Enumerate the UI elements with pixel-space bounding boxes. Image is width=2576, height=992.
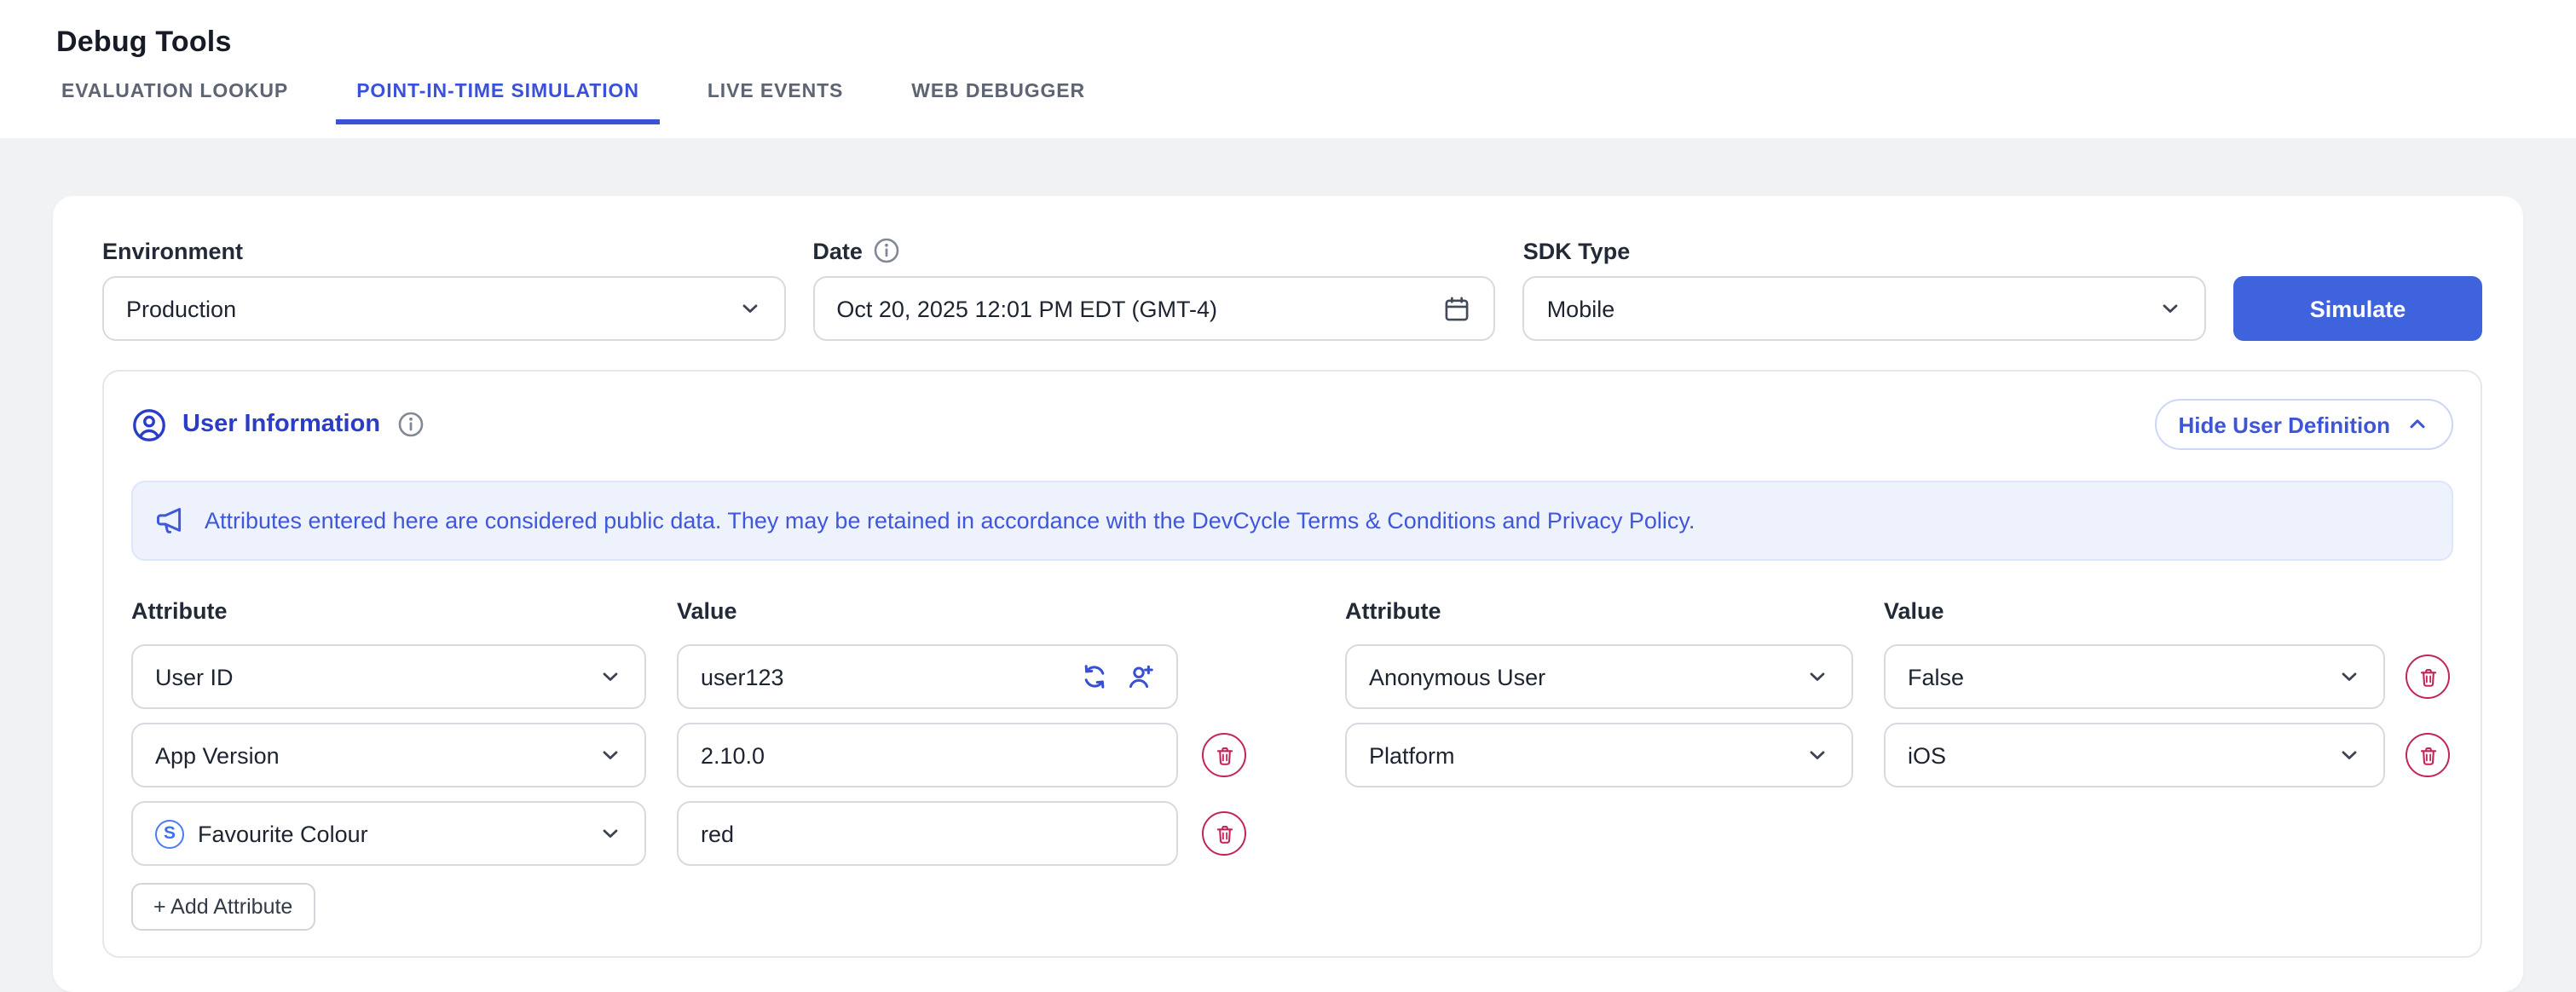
string-type-badge: S xyxy=(155,819,184,848)
delete-attribute-button[interactable] xyxy=(2406,655,2450,699)
chevron-down-icon xyxy=(1805,665,1829,689)
attribute-select-favourite-colour[interactable]: S Favourite Colour xyxy=(131,801,646,866)
attribute-select-anonymous-user[interactable]: Anonymous User xyxy=(1345,644,1853,709)
date-field-group: Date Oct 20, 2025 12:01 PM EDT (GMT-4) xyxy=(812,237,1495,341)
refresh-icon xyxy=(1081,663,1108,690)
sdk-type-select[interactable]: Mobile xyxy=(1523,276,2206,341)
user-id-value-field xyxy=(677,644,1178,709)
delete-attribute-button[interactable] xyxy=(1202,811,1246,856)
sdk-type-label: SDK Type xyxy=(1523,239,2206,264)
page-title: Debug Tools xyxy=(0,0,2576,60)
megaphone-icon xyxy=(153,505,186,537)
environment-label: Environment xyxy=(102,239,785,264)
hide-user-definition-button[interactable]: Hide User Definition xyxy=(2155,399,2454,450)
delete-attribute-button[interactable] xyxy=(1202,733,1246,777)
section-title: User Information xyxy=(182,411,380,438)
tab-bar: EVALUATION LOOKUP POINT-IN-TIME SIMULATI… xyxy=(41,82,2576,124)
column-headers: Attribute Value Attribute Value xyxy=(131,598,2453,624)
attribute-select-platform[interactable]: Platform xyxy=(1345,723,1853,787)
chevron-down-icon xyxy=(598,743,622,767)
person-plus-icon xyxy=(1125,661,1156,692)
attribute-row: S Favourite Colour xyxy=(131,801,2453,866)
user-info-header: User Information Hide User Definition xyxy=(131,399,2453,450)
user-id-value-input[interactable] xyxy=(701,664,1081,689)
chevron-down-icon xyxy=(2337,665,2361,689)
simulation-controls-row: Environment Production Date Oct 20, 2025… xyxy=(102,237,2482,341)
trash-icon xyxy=(1213,744,1235,766)
public-data-banner: Attributes entered here are considered p… xyxy=(131,481,2453,561)
banner-text: Attributes entered here are considered p… xyxy=(205,508,1695,533)
chevron-up-icon xyxy=(2406,412,2429,436)
environment-value: Production xyxy=(126,296,720,321)
chevron-down-icon xyxy=(598,665,622,689)
tab-live-events[interactable]: LIVE EVENTS xyxy=(687,82,863,124)
date-label: Date xyxy=(812,237,1495,264)
info-circle-icon[interactable] xyxy=(873,237,900,264)
delete-attribute-button[interactable] xyxy=(2406,733,2450,777)
simulation-card: Environment Production Date Oct 20, 2025… xyxy=(53,196,2523,992)
debug-tools-page: Debug Tools EVALUATION LOOKUP POINT-IN-T… xyxy=(0,0,2576,985)
chevron-down-icon xyxy=(1805,743,1829,767)
calendar-icon[interactable] xyxy=(1443,294,1472,323)
trash-icon xyxy=(1213,822,1235,845)
attribute-select-app-version[interactable]: App Version xyxy=(131,723,646,787)
add-attribute-button[interactable]: + Add Attribute xyxy=(131,883,315,931)
randomize-user-id-button[interactable] xyxy=(1081,663,1108,690)
attribute-select-user-id[interactable]: User ID xyxy=(131,644,646,709)
chevron-down-icon xyxy=(737,297,761,320)
value-column-header: Value xyxy=(1884,598,1944,624)
page-header: Debug Tools EVALUATION LOOKUP POINT-IN-T… xyxy=(0,0,2576,138)
date-input[interactable]: Oct 20, 2025 12:01 PM EDT (GMT-4) xyxy=(812,276,1495,341)
favourite-colour-value-input[interactable] xyxy=(677,801,1178,866)
value-column-header: Value xyxy=(677,598,737,624)
chevron-down-icon xyxy=(598,822,622,845)
trash-icon xyxy=(2417,744,2439,766)
platform-value-select[interactable]: iOS xyxy=(1884,723,2385,787)
info-circle-icon[interactable] xyxy=(397,411,425,438)
attribute-column-header: Attribute xyxy=(131,598,677,624)
tab-web-debugger[interactable]: WEB DEBUGGER xyxy=(891,82,1106,124)
trash-icon xyxy=(2417,666,2439,688)
sdk-type-value: Mobile xyxy=(1547,296,2141,321)
chevron-down-icon xyxy=(2337,743,2361,767)
tab-point-in-time-simulation[interactable]: POINT-IN-TIME SIMULATION xyxy=(336,82,660,124)
simulate-button[interactable]: Simulate xyxy=(2233,276,2482,341)
environment-field-group: Environment Production xyxy=(102,239,785,341)
app-version-value-input[interactable] xyxy=(677,723,1178,787)
save-user-button[interactable] xyxy=(1125,661,1156,692)
attribute-row: App Version Platform xyxy=(131,723,2453,787)
sdk-type-field-group: SDK Type Mobile xyxy=(1523,239,2206,341)
environment-select[interactable]: Production xyxy=(102,276,785,341)
page-body: Environment Production Date Oct 20, 2025… xyxy=(0,138,2576,992)
date-value: Oct 20, 2025 12:01 PM EDT (GMT-4) xyxy=(836,296,1425,321)
user-definition-section: User Information Hide User Definition At… xyxy=(102,370,2482,958)
user-circle-icon xyxy=(131,407,167,442)
chevron-down-icon xyxy=(2158,297,2182,320)
attribute-row: User ID xyxy=(131,644,2453,709)
attribute-column-header: Attribute xyxy=(1345,598,1884,624)
anonymous-user-value-select[interactable]: False xyxy=(1884,644,2385,709)
tab-evaluation-lookup[interactable]: EVALUATION LOOKUP xyxy=(41,82,309,124)
